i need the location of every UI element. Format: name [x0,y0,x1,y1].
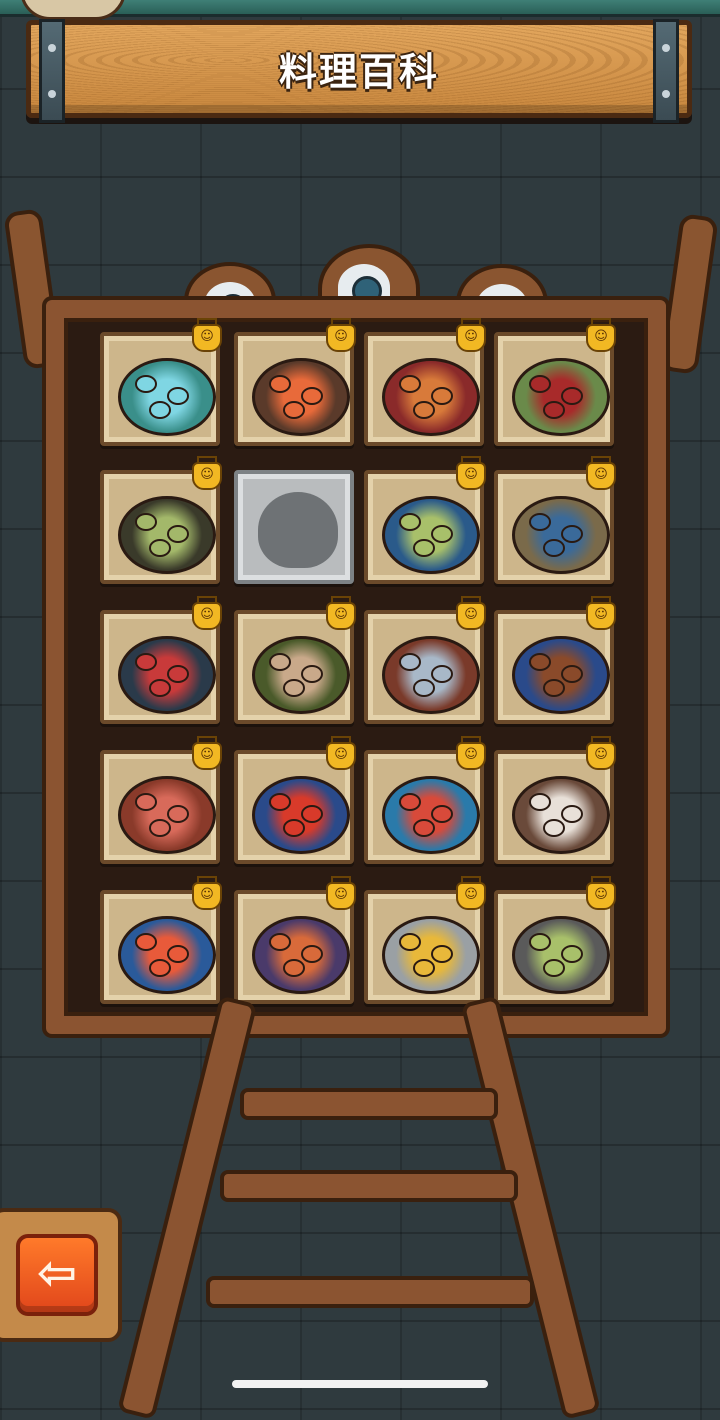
recipe-slot-rolled-fish-fillets[interactable]: ☺ [234,596,356,724]
ladder-rung [220,1170,518,1202]
title-board: 料理百科 [26,19,692,123]
happy-face-badge-icon: ☺ [586,318,616,352]
green-rice-dish-icon [382,496,480,574]
recipe-slot-ramen-bowl[interactable]: ☺ [364,876,486,1004]
ramen-bowl-icon [382,916,480,994]
recipe-slot-strawberry-porridge[interactable]: ☺ [494,736,616,864]
seafood-paella-icon [252,916,350,994]
shrimp-rice-bowl-icon [118,916,216,994]
back-arrow-icon: ⇦ [36,1245,78,1301]
rolled-fish-fillets-icon [252,636,350,714]
top-ornament-knob [20,0,126,20]
ladder-rail-left [117,995,258,1420]
happy-face-badge-icon: ☺ [586,456,616,490]
monster-arm-right [659,213,719,375]
recipe-slot-lobster-plate[interactable]: ☺ [234,736,356,864]
happy-face-badge-icon: ☺ [192,318,222,352]
recipe-slot-seafood-paella[interactable]: ☺ [234,876,356,1004]
recipe-slot-sushi-platter[interactable]: ☺ [234,318,356,446]
happy-face-badge-icon: ☺ [456,736,486,770]
top-ornament [0,0,720,20]
recipe-slot-grilled-oysters[interactable]: ☺ [364,596,486,724]
ladder-rail-right [460,995,601,1420]
green-dumpling-plate-icon [512,358,610,436]
back-button[interactable]: ⇦ [16,1234,98,1316]
recipe-slot-green-rice-dish[interactable]: ☺ [364,456,486,584]
braised-meat-plate-icon [512,636,610,714]
ladder-rung [240,1088,498,1120]
recipe-grid: ☺ ☺ ☺ ☺ ☺ ☺ ☺ ☺ ☺ ☺ ☺ ☺ ☺ ☺ ☺ ☺ ☺ ☺ ☺ [100,318,620,1010]
happy-face-badge-icon: ☺ [326,876,356,910]
page-title: 料理百科 [278,50,439,94]
happy-face-badge-icon: ☺ [456,596,486,630]
happy-face-badge-icon: ☺ [456,456,486,490]
red-sauce-pan-icon [118,636,216,714]
red-stew-pot-icon [118,776,216,854]
happy-face-badge-icon: ☺ [326,318,356,352]
happy-face-badge-icon: ☺ [586,876,616,910]
recipe-slot-blue-flame-grilled-fish[interactable]: ☺ [100,318,222,446]
happy-face-badge-icon: ☺ [192,456,222,490]
home-indicator[interactable] [232,1380,488,1388]
lobster-plate-icon [252,776,350,854]
grilled-oysters-icon [382,636,480,714]
happy-face-badge-icon: ☺ [192,736,222,770]
recipe-slot-fish-head-soup[interactable]: ☺ [494,456,616,584]
recipe-slot-red-stew-pot[interactable]: ☺ [100,736,222,864]
happy-face-badge-icon: ☺ [586,736,616,770]
recipe-slot-undiscovered-dish[interactable] [234,470,354,584]
blue-flame-grilled-fish-icon [118,358,216,436]
ladder-rung [206,1276,534,1308]
sushi-platter-icon [252,358,350,436]
recipe-slot-braised-meat-plate[interactable]: ☺ [494,596,616,724]
happy-face-badge-icon: ☺ [192,596,222,630]
recipe-slot-green-dumpling-plate[interactable]: ☺ [494,318,616,446]
recipe-slot-stir-fry-pan[interactable]: ☺ [494,876,616,1004]
locked-dish-silhouette-icon [258,492,338,568]
happy-face-badge-icon: ☺ [456,876,486,910]
fish-head-soup-icon [512,496,610,574]
ladder [117,995,601,1420]
happy-face-badge-icon: ☺ [326,736,356,770]
meat-roll-plate-icon [382,358,480,436]
recipe-slot-meat-roll-plate[interactable]: ☺ [364,318,486,446]
happy-face-badge-icon: ☺ [326,596,356,630]
happy-face-badge-icon: ☺ [192,876,222,910]
stir-fry-pan-icon [512,916,610,994]
crab-claw-platter-icon [382,776,480,854]
happy-face-badge-icon: ☺ [456,318,486,352]
green-soup-bowl-icon [118,496,216,574]
strawberry-porridge-icon [512,776,610,854]
happy-face-badge-icon: ☺ [586,596,616,630]
recipe-slot-red-sauce-pan[interactable]: ☺ [100,596,222,724]
recipe-slot-green-soup-bowl[interactable]: ☺ [100,456,222,584]
recipe-slot-shrimp-rice-bowl[interactable]: ☺ [100,876,222,1004]
recipe-slot-crab-claw-platter[interactable]: ☺ [364,736,486,864]
